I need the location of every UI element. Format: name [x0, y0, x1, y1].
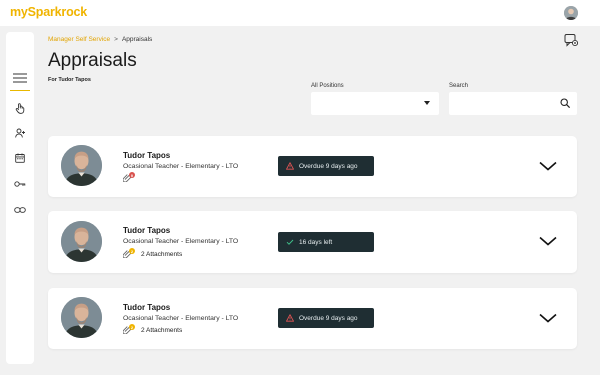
chevron-down-icon[interactable]: [539, 161, 557, 171]
paperclip-icon: 2: [122, 324, 136, 335]
status-text: 16 days left: [299, 238, 333, 246]
attachments-link[interactable]: 2 2 Attachments: [122, 324, 183, 335]
employee-name: Tudor Tapos: [123, 151, 171, 160]
calendar-icon: [15, 153, 25, 163]
employee-photo: [61, 297, 102, 338]
breadcrumb-manager-self-service[interactable]: Manager Self Service: [48, 36, 110, 43]
sidebar: [6, 32, 34, 364]
status-badge[interactable]: Overdue 9 days ago: [278, 308, 374, 328]
link-icon: [14, 207, 26, 213]
caret-down-icon: [424, 101, 430, 105]
breadcrumb: Manager Self Service > Appraisals: [48, 36, 152, 43]
search-label: Search: [449, 83, 469, 89]
status-text: Overdue 9 days ago: [299, 314, 358, 322]
positions-select[interactable]: [311, 92, 439, 115]
paperclip-icon: 2: [122, 248, 136, 259]
page-subtitle: For Tudor Tapos: [48, 77, 91, 83]
sidebar-item-access[interactable]: [6, 174, 34, 194]
breadcrumb-separator: >: [114, 36, 118, 43]
sidebar-item-people[interactable]: [6, 123, 34, 143]
hamburger-menu-icon: [13, 73, 27, 83]
sidebar-menu-button[interactable]: [6, 68, 34, 88]
chat-icon: [564, 34, 579, 47]
attachments-link[interactable]: 2 2 Attachments: [122, 248, 183, 259]
attachment-count-badge: 0: [129, 172, 135, 178]
chat-button[interactable]: [564, 33, 579, 47]
employee-position: Ocasional Teacher - Elementary - LTO: [123, 163, 239, 170]
employee-name: Tudor Tapos: [123, 226, 171, 235]
chevron-down-icon[interactable]: [539, 236, 557, 246]
attachments-text: 2 Attachments: [141, 326, 183, 334]
sidebar-item-links[interactable]: [6, 200, 34, 220]
breadcrumb-current: Appraisals: [121, 36, 153, 43]
top-bar: mySparkrock: [0, 0, 600, 26]
employee-photo: [61, 221, 102, 262]
attachment-count-badge: 2: [129, 248, 135, 254]
appraisal-card[interactable]: Tudor Tapos Ocasional Teacher - Elementa…: [48, 136, 577, 197]
brand-logo[interactable]: mySparkrock: [10, 5, 87, 19]
positions-label: All Positions: [311, 83, 344, 89]
user-avatar[interactable]: [564, 6, 578, 20]
paperclip-icon: 0: [122, 172, 136, 183]
employee-position: Ocasional Teacher - Elementary - LTO: [123, 238, 239, 245]
attachments-text: 2 Attachments: [141, 250, 183, 258]
attachment-count-badge: 2: [129, 324, 135, 330]
appraisal-card[interactable]: Tudor Tapos Ocasional Teacher - Elementa…: [48, 211, 577, 273]
chevron-down-icon[interactable]: [539, 313, 557, 323]
status-badge[interactable]: 16 days left: [278, 232, 374, 252]
user-add-icon: [14, 128, 25, 138]
status-badge[interactable]: Overdue 9 days ago: [278, 156, 374, 176]
search-input[interactable]: [455, 95, 555, 112]
sidebar-item-calendar[interactable]: [6, 148, 34, 168]
search-icon[interactable]: [560, 98, 570, 108]
key-icon: [14, 181, 26, 187]
employee-position: Ocasional Teacher - Elementary - LTO: [123, 315, 239, 322]
employee-photo: [61, 145, 102, 186]
page-title: Appraisals: [48, 50, 137, 71]
sidebar-item-time-off[interactable]: [6, 98, 34, 118]
check-icon: [286, 238, 294, 246]
employee-name: Tudor Tapos: [123, 303, 171, 312]
hand-pointer-icon: [15, 102, 25, 114]
search-box: [449, 92, 577, 115]
sidebar-active-indicator: [10, 90, 30, 91]
appraisal-card[interactable]: Tudor Tapos Ocasional Teacher - Elementa…: [48, 288, 577, 349]
status-text: Overdue 9 days ago: [299, 162, 358, 170]
warning-icon: [286, 162, 294, 170]
attachments-link[interactable]: 0: [122, 172, 141, 183]
warning-icon: [286, 314, 294, 322]
